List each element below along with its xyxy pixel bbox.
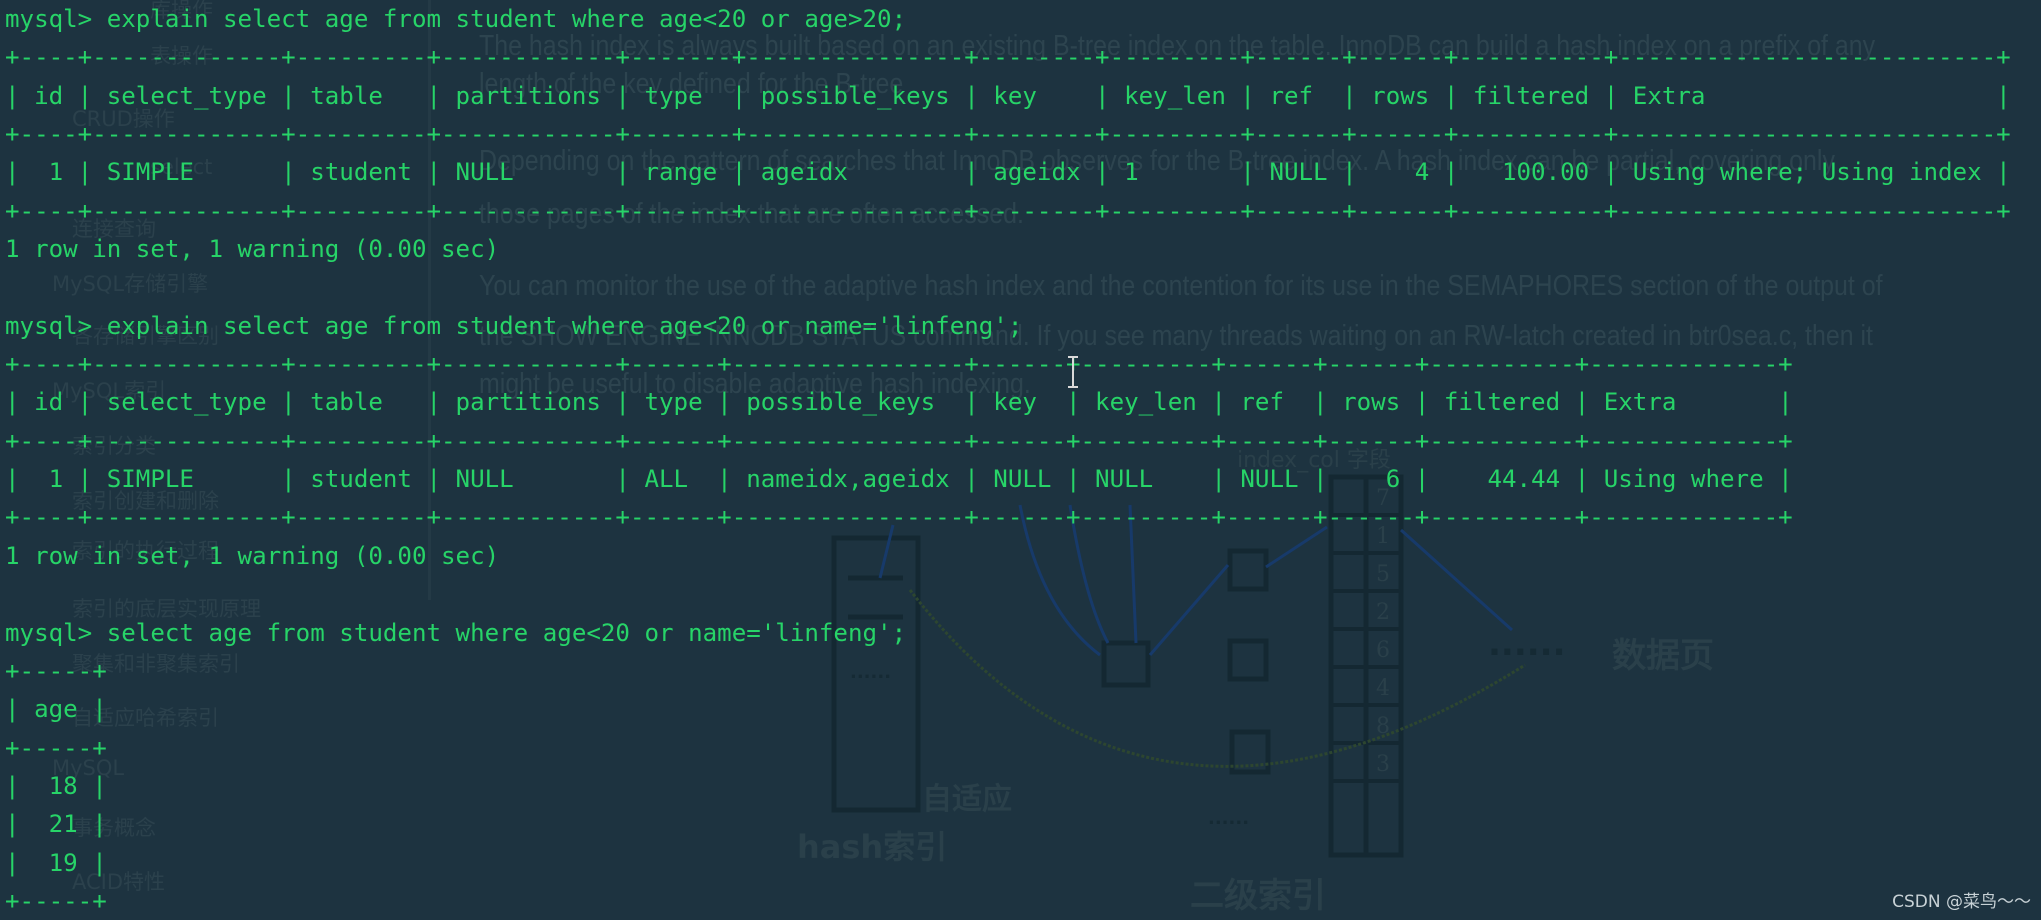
table-row: | id | select_type | table | partitions … (5, 388, 1793, 417)
table-border: +----+-------------+---------+----------… (5, 350, 1793, 379)
table-row: | id | select_type | table | partitions … (5, 81, 2011, 110)
watermark: CSDN @菜鸟～～ (1892, 892, 2031, 912)
command-line: mysql> explain select age from student w… (5, 5, 907, 33)
table-border: +-----+ (5, 886, 107, 915)
table-row: | 18 | (5, 771, 107, 800)
table-border: +----+-------------+---------+----------… (5, 43, 2011, 72)
table-row: | age | (5, 695, 107, 724)
table-border: +----+-------------+---------+----------… (5, 120, 2011, 149)
table-border: +----+-------------+---------+----------… (5, 196, 2011, 225)
table-border: +-----+ (5, 656, 107, 685)
command-line: mysql> explain select age from student w… (5, 311, 1023, 340)
table-border: +-----+ (5, 733, 107, 762)
table-border: +----+-------------+---------+----------… (5, 426, 1793, 455)
table-row: | 19 | (5, 848, 107, 877)
output-line: 1 row in set, 1 warning (0.00 sec) (5, 541, 500, 570)
table-row: | 1 | SIMPLE | student | NULL | ALL | na… (5, 465, 1793, 494)
table-row: | 21 | (5, 810, 107, 839)
table-row: | 1 | SIMPLE | student | NULL | range | … (5, 158, 2011, 187)
command-line: mysql> select age from student where age… (5, 618, 907, 647)
text-cursor-icon (1068, 356, 1078, 388)
table-border: +----+-------------+---------+----------… (5, 503, 1793, 532)
terminal-output[interactable]: mysql> explain select age from student w… (5, 0, 2011, 920)
output-line: 1 row in set, 1 warning (0.00 sec) (5, 235, 500, 264)
